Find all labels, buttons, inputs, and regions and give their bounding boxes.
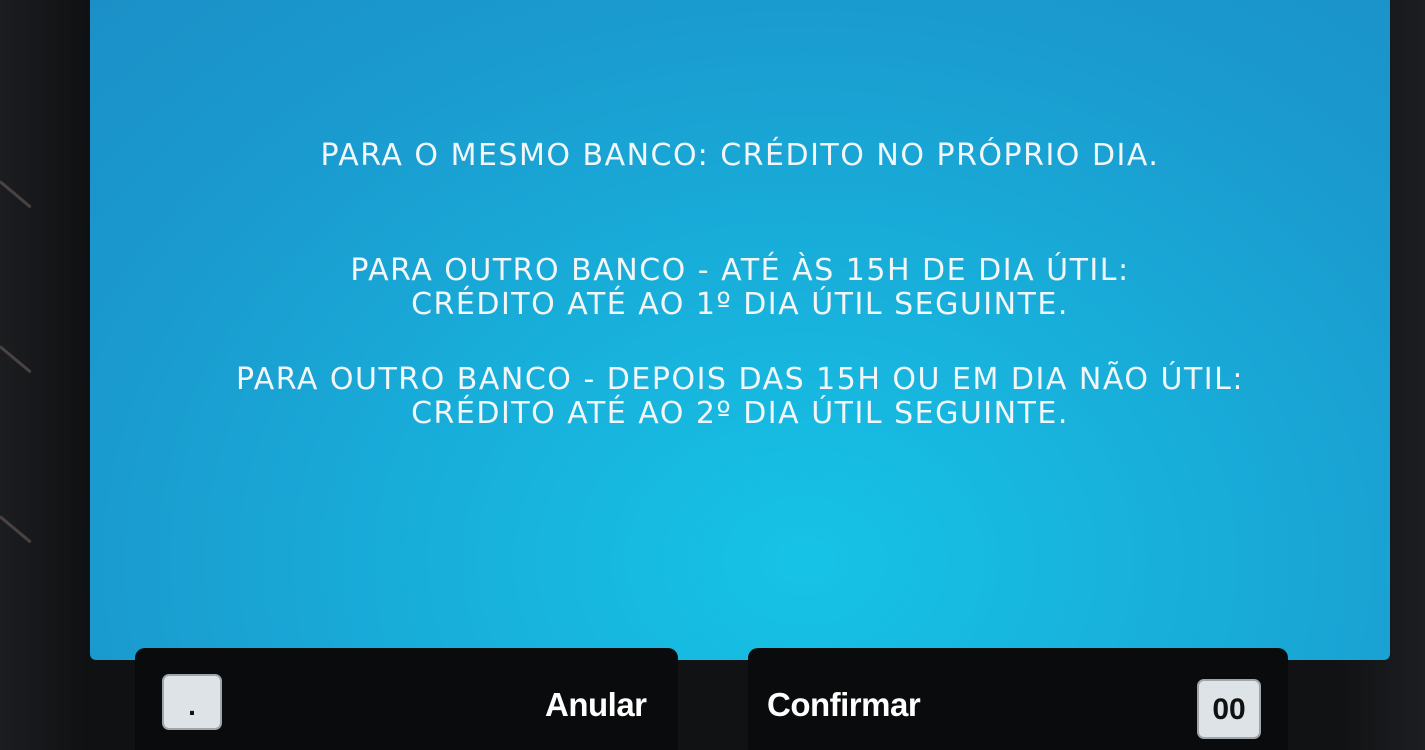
bezel-reflection: [0, 515, 32, 544]
other-bank-before-15h-notice: PARA OUTRO BANCO - ATÉ ÀS 15H DE DIA ÚTI…: [350, 253, 1130, 288]
other-bank-before-15h-credit: CRÉDITO ATÉ AO 1º DIA ÚTIL SEGUINTE.: [411, 287, 1069, 322]
same-bank-credit-notice: PARA O MESMO BANCO: CRÉDITO NO PRÓPRIO D…: [320, 138, 1160, 173]
atm-bezel: PARA O MESMO BANCO: CRÉDITO NO PRÓPRIO D…: [0, 0, 1425, 750]
confirm-button[interactable]: Confirmar: [767, 686, 921, 724]
other-bank-after-15h-credit: CRÉDITO ATÉ AO 2º DIA ÚTIL SEGUINTE.: [411, 396, 1069, 431]
atm-screen: PARA O MESMO BANCO: CRÉDITO NO PRÓPRIO D…: [90, 0, 1390, 660]
double-zero-key[interactable]: 00: [1197, 679, 1261, 739]
bezel-reflection: [0, 345, 32, 374]
other-bank-after-15h-notice: PARA OUTRO BANCO - DEPOIS DAS 15H OU EM …: [236, 362, 1244, 397]
bezel-reflection: [0, 180, 32, 209]
dot-key[interactable]: .: [162, 674, 222, 730]
cancel-button[interactable]: Anular: [545, 686, 647, 724]
